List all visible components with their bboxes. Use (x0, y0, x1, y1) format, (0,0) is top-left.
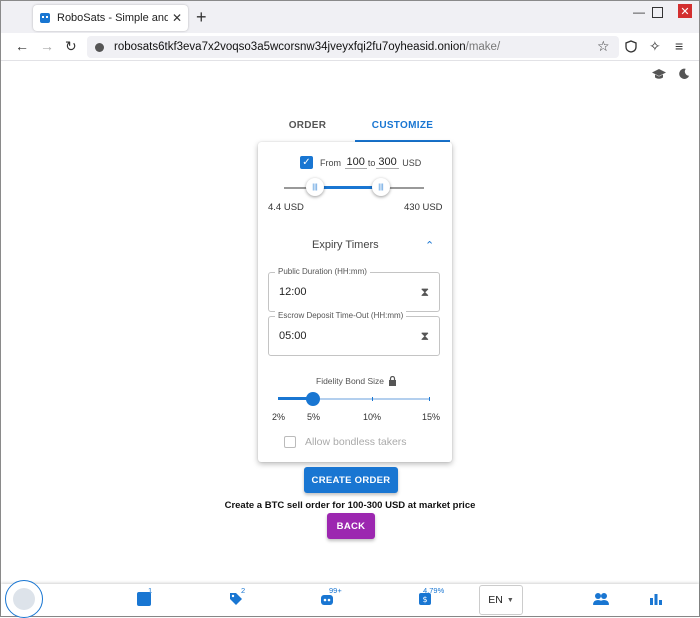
chevron-up-icon[interactable]: ⌃ (425, 239, 434, 252)
community-people-icon[interactable] (593, 592, 609, 606)
new-tab-button[interactable]: + (196, 7, 207, 28)
allow-bondless-row[interactable]: Allow bondless takers (284, 436, 407, 448)
stats-chart-icon[interactable] (649, 592, 663, 606)
min-amount-input[interactable]: 100 (344, 156, 367, 169)
robot-avatar[interactable] (5, 580, 43, 618)
bond-mark-label: 2% (272, 412, 286, 422)
currency-label: USD (402, 157, 422, 168)
allow-bondless-label: Allow bondless takers (305, 436, 407, 448)
to-label: to (367, 157, 376, 168)
hourglass-icon[interactable]: ⧗ (421, 329, 429, 344)
url-path: /make/ (465, 41, 501, 53)
robots-badge: 99+ (329, 586, 342, 595)
allow-bondless-checkbox[interactable] (284, 436, 296, 448)
tab-close-icon[interactable]: ✕ (172, 11, 182, 25)
tab-title: RoboSats - Simple and Private Bitcoin (57, 12, 168, 24)
browser-window: RoboSats - Simple and Private Bitcoin ✕ … (0, 0, 700, 618)
expiry-timers-header[interactable]: Expiry Timers ⌃ (258, 239, 452, 259)
address-bar[interactable]: robosats6tkf3eva7x2voqso3a5wcorsnw34jvey… (87, 36, 619, 58)
site-info-icon[interactable] (95, 42, 104, 52)
svg-text:$: $ (422, 595, 427, 604)
hourglass-icon[interactable]: ⧗ (421, 285, 429, 300)
forward-arrow-icon[interactable]: → (40, 38, 54, 54)
tab-order[interactable]: ORDER (260, 114, 355, 142)
bookmark-star-icon[interactable]: ☆ (597, 38, 610, 55)
public-duration-field[interactable]: Public Duration (HH:mm) 12:00 ⧗ (268, 267, 440, 312)
expiry-timers-title: Expiry Timers (312, 239, 379, 251)
range-max-label: 430 USD (404, 202, 443, 213)
extensions-icon[interactable]: ✧ (649, 38, 661, 55)
orders-badge: 1 (148, 586, 153, 595)
bond-mark-label: 5% (307, 412, 321, 422)
public-duration-value[interactable]: 12:00 (279, 286, 307, 298)
escrow-timeout-value[interactable]: 05:00 (279, 330, 307, 342)
lock-icon (389, 376, 397, 386)
minimize-button[interactable]: — (633, 5, 645, 19)
bond-slider-tick (429, 397, 430, 401)
amount-range-checkbox[interactable]: ✓ (300, 156, 313, 169)
escrow-timeout-field[interactable]: Escrow Deposit Time-Out (HH:mm) 05:00 ⧗ (268, 311, 440, 356)
bond-mark-label: 15% (422, 412, 441, 422)
order-summary-text: Create a BTC sell order for 100-300 USD … (224, 500, 476, 511)
bond-slider-thumb[interactable] (306, 392, 320, 406)
escrow-timeout-label: Escrow Deposit Time-Out (HH:mm) (275, 311, 407, 320)
browser-tab[interactable]: RoboSats - Simple and Private Bitcoin ✕ (33, 5, 188, 31)
maximize-button[interactable] (652, 7, 663, 18)
bond-mark-label: 10% (363, 412, 382, 422)
max-amount-input[interactable]: 300 (376, 156, 399, 169)
amount-slider-min-thumb[interactable]: ||| (306, 178, 324, 196)
range-min-label: 4.4 USD (268, 202, 304, 213)
tab-customize[interactable]: CUSTOMIZE (355, 114, 450, 142)
shield-icon[interactable] (625, 40, 637, 53)
from-label: From (320, 157, 341, 168)
title-bar: RoboSats - Simple and Private Bitcoin ✕ … (1, 1, 699, 33)
navigation-bar: ← → ↻ robosats6tkf3eva7x2voqso3a5wcorsnw… (1, 33, 699, 61)
bottom-bar: 1 2 99+ $ 4.79% EN ▼ (1, 580, 699, 618)
robosats-favicon-icon (40, 13, 50, 23)
back-button[interactable]: BACK (327, 513, 375, 539)
offers-badge: 2 (241, 586, 246, 595)
amount-range-row: ✓ From 100 to 300 USD (300, 156, 421, 169)
public-duration-label: Public Duration (HH:mm) (275, 267, 370, 276)
reload-icon[interactable]: ↻ (65, 38, 77, 55)
caret-down-icon: ▼ (506, 596, 514, 604)
dark-mode-moon-icon[interactable] (677, 68, 691, 80)
bond-slider-tick (372, 397, 373, 401)
create-order-button[interactable]: CREATE ORDER (304, 467, 398, 493)
amount-slider-max-thumb[interactable]: ||| (372, 178, 390, 196)
page-content: ORDER CUSTOMIZE ✓ From 100 to 300 USD ||… (1, 62, 699, 616)
maker-tabs: ORDER CUSTOMIZE (260, 114, 450, 142)
graduation-cap-icon[interactable] (652, 68, 666, 80)
fee-badge: 4.79% (423, 586, 445, 595)
close-window-button[interactable]: ✕ (678, 4, 692, 18)
url-host: robosats6tkf3eva7x2voqso3a5wcorsnw34jvey… (114, 41, 466, 53)
menu-icon[interactable]: ≡ (675, 38, 683, 54)
back-arrow-icon[interactable]: ← (15, 38, 29, 54)
language-select[interactable]: EN ▼ (479, 585, 523, 615)
fidelity-bond-title: Fidelity Bond Size (316, 376, 397, 386)
customize-card: ✓ From 100 to 300 USD ||| ||| 4.4 USD 43… (258, 142, 452, 462)
fidelity-bond-label: Fidelity Bond Size (316, 376, 385, 386)
robot-icon (13, 588, 35, 610)
language-value: EN (488, 594, 503, 606)
